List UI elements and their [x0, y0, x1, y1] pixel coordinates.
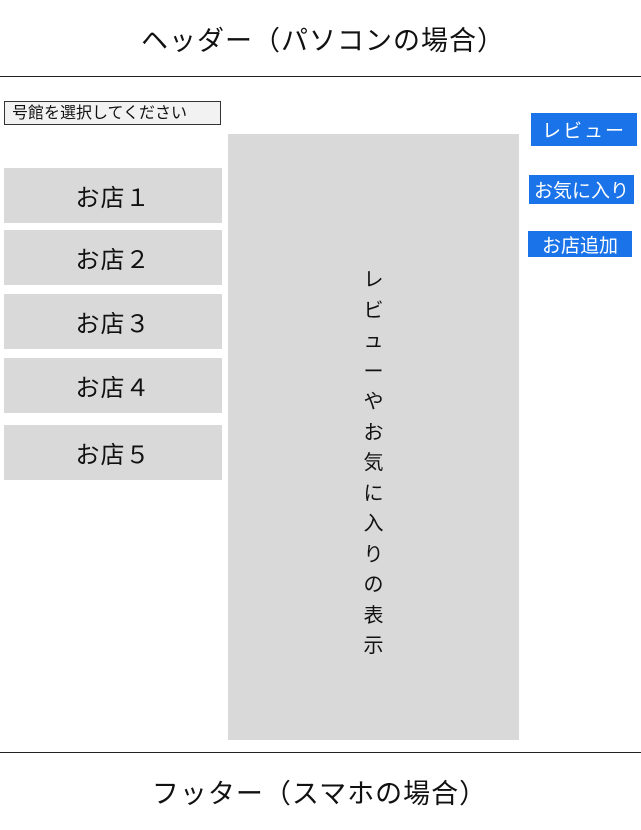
shop-item-4[interactable]: お店４	[4, 358, 222, 413]
display-char: ュ	[363, 328, 384, 352]
footer: フッター（スマホの場合）	[0, 752, 641, 830]
display-char: に	[363, 480, 384, 505]
shop-item-5[interactable]: お店５	[4, 425, 222, 480]
review-button[interactable]: レビュー	[531, 113, 637, 146]
shop-item-3[interactable]: お店３	[4, 294, 222, 349]
building-select[interactable]: 号館を選択してください	[4, 101, 221, 125]
header: ヘッダー（パソコンの場合）	[0, 0, 641, 77]
review-favorite-display-panel: レ ビ ュ ー や お 気 に 入 り の 表 示	[228, 134, 519, 740]
display-char: お	[363, 419, 384, 444]
shop-item-1[interactable]: お店１	[4, 168, 222, 223]
favorite-button[interactable]: お気に入り	[529, 175, 634, 204]
display-char: ビ	[363, 297, 384, 322]
display-char: 表	[363, 602, 384, 627]
display-char: レ	[363, 267, 384, 291]
shop-item-2[interactable]: お店２	[4, 230, 222, 285]
add-shop-button[interactable]: お店追加	[528, 231, 632, 257]
display-char: の	[363, 572, 384, 596]
display-char: や	[363, 389, 384, 413]
display-char: り	[363, 541, 384, 566]
display-char: ー	[363, 358, 384, 383]
display-char: 気	[363, 450, 384, 474]
display-panel-text: レ ビ ュ ー や お 気 に 入 り の 表 示	[359, 264, 389, 661]
display-char: 入	[363, 511, 384, 535]
display-char: 示	[363, 633, 384, 657]
header-title: ヘッダー（パソコンの場合）	[141, 25, 505, 57]
footer-title: フッター（スマホの場合）	[151, 779, 488, 810]
